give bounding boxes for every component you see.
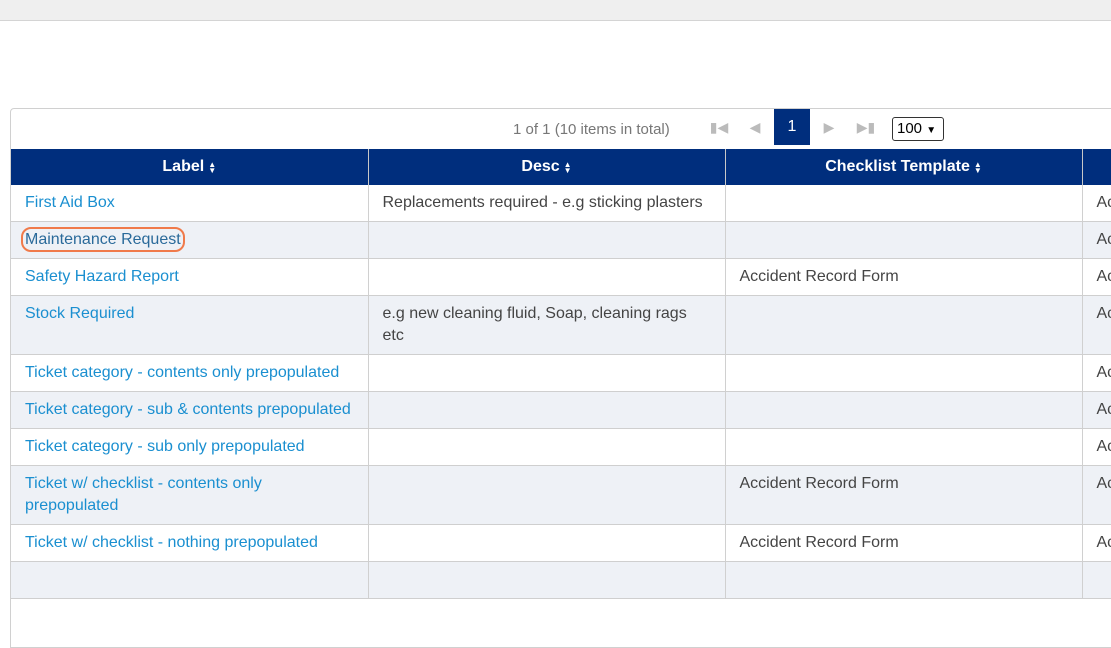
page-size-select[interactable]: 100 ▼ <box>892 117 944 141</box>
category-link[interactable]: Ticket w/ checklist - contents only prep… <box>25 475 262 514</box>
column-header-label[interactable]: Label ▲ ▼ <box>11 149 369 185</box>
desc-cell: Replacements required - e.g sticking pla… <box>368 185 726 222</box>
desc-cell <box>368 221 726 259</box>
last-page-icon[interactable]: ▶▮ <box>848 109 884 145</box>
template-cell: Accident Record Form <box>725 258 1083 296</box>
label-cell: Ticket category - contents only prepopul… <box>11 354 369 392</box>
status-cell: Ac <box>1082 524 1111 562</box>
column-header-desc[interactable]: Desc ▲ ▼ <box>368 149 726 185</box>
category-link[interactable]: Ticket w/ checklist - nothing prepopulat… <box>25 534 318 551</box>
desc-cell <box>368 465 726 525</box>
table-row[interactable]: Ticket w/ checklist - contents only prep… <box>11 465 1111 525</box>
category-link[interactable]: Ticket category - contents only prepopul… <box>25 364 339 381</box>
grid-panel: 1 of 1 (10 items in total) ▮◀ ◀ 1 ▶ ▶▮ 1… <box>10 108 1111 648</box>
template-cell <box>725 354 1083 392</box>
page-size-value: 100 <box>897 120 923 137</box>
column-label: Desc <box>521 158 560 175</box>
first-page-icon[interactable]: ▮◀ <box>701 109 737 145</box>
category-link[interactable]: Stock Required <box>25 305 134 322</box>
chevron-down-icon: ▼ <box>926 125 937 136</box>
template-cell <box>725 185 1083 222</box>
next-page-icon[interactable]: ▶ <box>811 109 847 145</box>
desc-cell <box>368 391 726 429</box>
status-cell: Ac <box>1082 465 1111 525</box>
column-label: Checklist Template <box>825 158 970 175</box>
label-cell: First Aid Box <box>11 185 369 222</box>
template-cell <box>725 391 1083 429</box>
template-cell <box>725 221 1083 259</box>
table-row[interactable]: Safety Hazard Report Accident Record For… <box>11 258 1111 296</box>
desc-cell: e.g new cleaning fluid, Soap, cleaning r… <box>368 295 726 355</box>
table-row[interactable]: Ticket category - contents only prepopul… <box>11 354 1111 392</box>
label-cell <box>11 561 369 599</box>
label-cell: Ticket w/ checklist - contents only prep… <box>11 465 369 525</box>
category-link[interactable]: Ticket category - sub only prepopulated <box>25 438 305 455</box>
status-cell: Ac <box>1082 295 1111 355</box>
template-cell <box>725 295 1083 355</box>
status-cell: Ac <box>1082 354 1111 392</box>
status-cell: Ac <box>1082 185 1111 222</box>
label-cell: Stock Required <box>11 295 369 355</box>
pager: 1 of 1 (10 items in total) ▮◀ ◀ 1 ▶ ▶▮ 1… <box>11 109 1111 149</box>
prev-page-icon[interactable]: ◀ <box>737 109 773 145</box>
sort-icon[interactable]: ▲ ▼ <box>564 161 572 175</box>
table-row[interactable]: Ticket category - sub only prepopulated … <box>11 428 1111 466</box>
category-link[interactable]: First Aid Box <box>25 194 115 211</box>
category-link[interactable]: Maintenance Request <box>21 227 185 252</box>
label-cell: Ticket w/ checklist - nothing prepopulat… <box>11 524 369 562</box>
column-header-col3[interactable] <box>1082 149 1111 185</box>
category-link[interactable]: Safety Hazard Report <box>25 268 179 285</box>
label-cell: Ticket category - sub & contents prepopu… <box>11 391 369 429</box>
sort-icon[interactable]: ▲ ▼ <box>208 161 216 175</box>
label-cell: Safety Hazard Report <box>11 258 369 296</box>
desc-cell <box>368 561 726 599</box>
sort-icon[interactable]: ▲ ▼ <box>974 161 982 175</box>
desc-cell <box>368 258 726 296</box>
column-label: Label <box>162 158 205 175</box>
desc-cell <box>368 354 726 392</box>
pager-info: 1 of 1 (10 items in total) <box>513 121 670 138</box>
template-cell: Accident Record Form <box>725 524 1083 562</box>
table-row[interactable] <box>11 561 1111 599</box>
column-header-checklist-template[interactable]: Checklist Template ▲ ▼ <box>725 149 1083 185</box>
label-cell: Ticket category - sub only prepopulated <box>11 428 369 466</box>
status-cell: Ac <box>1082 428 1111 466</box>
status-cell: Ac <box>1082 221 1111 259</box>
table-row[interactable]: Maintenance Request Ac <box>11 221 1111 259</box>
template-cell <box>725 561 1083 599</box>
desc-cell <box>368 524 726 562</box>
status-cell <box>1082 561 1111 599</box>
category-link[interactable]: Ticket category - sub & contents prepopu… <box>25 401 351 418</box>
categories-table: Label ▲ ▼ Desc ▲ ▼ Checklist Template ▲ ▼ First … <box>11 149 1111 599</box>
table-row[interactable]: Ticket w/ checklist - nothing prepopulat… <box>11 524 1111 562</box>
browser-top-bar <box>0 0 1111 21</box>
template-cell: Accident Record Form <box>725 465 1083 525</box>
status-cell: Ac <box>1082 391 1111 429</box>
template-cell <box>725 428 1083 466</box>
table-row[interactable]: Ticket category - sub & contents prepopu… <box>11 391 1111 429</box>
status-cell: Ac <box>1082 258 1111 296</box>
desc-cell <box>368 428 726 466</box>
table-row[interactable]: Stock Required e.g new cleaning fluid, S… <box>11 295 1111 355</box>
page-1-button[interactable]: 1 <box>774 109 810 145</box>
table-row[interactable]: First Aid Box Replacements required - e.… <box>11 185 1111 222</box>
label-cell: Maintenance Request <box>11 221 369 259</box>
